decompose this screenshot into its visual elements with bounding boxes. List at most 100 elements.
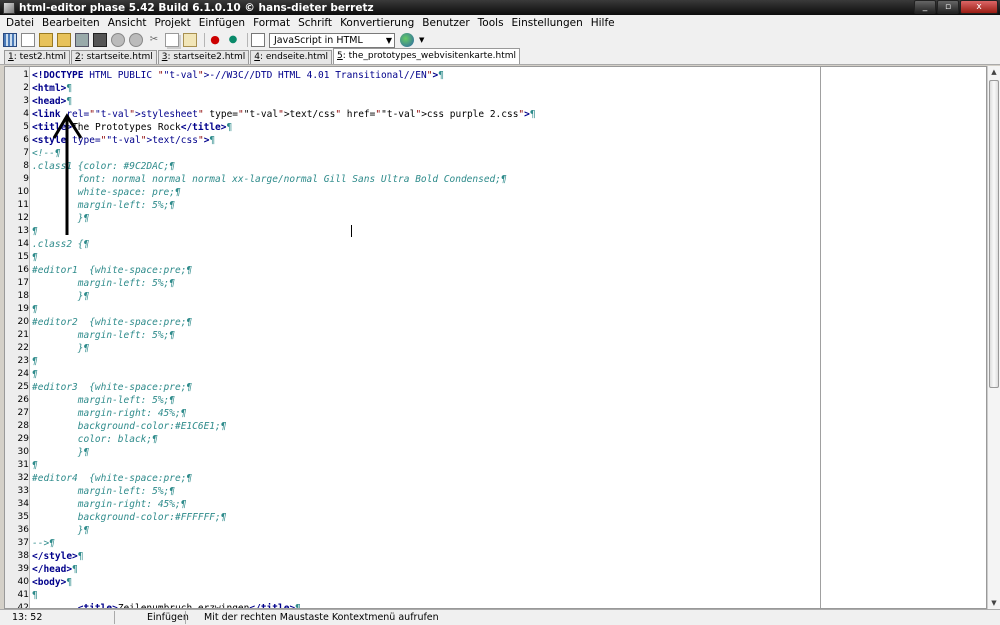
menu-einfuegen[interactable]: Einfügen — [195, 15, 249, 31]
close-button[interactable]: x — [960, 0, 998, 14]
code-line[interactable]: 31 ¶ — [18, 459, 982, 472]
code-text: }¶ — [32, 343, 90, 354]
code-line[interactable]: 7 <!--¶ — [23, 147, 982, 160]
code-line[interactable]: 36 }¶ — [18, 524, 982, 537]
text-cursor — [351, 225, 352, 237]
grid-icon[interactable] — [3, 33, 17, 47]
tab-startseite[interactable]: 2: startseite.html — [71, 50, 157, 64]
code-line[interactable]: 38 </style>¶ — [18, 550, 982, 563]
code-line[interactable]: 29 color: black;¶ — [18, 433, 982, 446]
code-line[interactable]: 37 -->¶ — [18, 537, 982, 550]
code-line[interactable]: 41 ¶ — [18, 589, 982, 602]
window-title: html-editor phase 5.42 Build 6.1.0.10 © … — [19, 1, 374, 14]
globe-dropdown[interactable]: ▼ — [400, 33, 424, 47]
code-line[interactable]: 11 margin-left: 5%;¶ — [18, 199, 982, 212]
code-line[interactable]: 32 #editor4 {white-space:pre;¶ — [18, 472, 982, 485]
code-line[interactable]: 22 }¶ — [18, 342, 982, 355]
line-number: 42 — [17, 603, 29, 609]
code-editor[interactable]: 1 <!DOCTYPE HTML PUBLIC ""t-val">-//W3C//… — [4, 66, 987, 609]
minimize-button[interactable]: _ — [914, 0, 936, 14]
open-file-icon[interactable] — [57, 33, 71, 47]
code-line[interactable]: 21 margin-left: 5%;¶ — [18, 329, 982, 342]
code-line[interactable]: 10 white-space: pre;¶ — [18, 186, 982, 199]
code-line[interactable]: 30 }¶ — [18, 446, 982, 459]
menu-projekt[interactable]: Projekt — [151, 15, 195, 31]
save-icon[interactable] — [75, 33, 89, 47]
code-line[interactable]: 39 </head>¶ — [18, 563, 982, 576]
line-number: 14 — [17, 239, 29, 249]
code-line[interactable]: 2 <html>¶ — [23, 82, 982, 95]
code-line[interactable]: 18 }¶ — [18, 290, 982, 303]
tab-startseite2[interactable]: 3: startseite2.html — [157, 50, 250, 64]
redo-icon[interactable] — [129, 33, 143, 47]
code-area[interactable]: 1 <!DOCTYPE HTML PUBLIC ""t-val">-//W3C//… — [18, 69, 982, 608]
tab-prototypes-webvisitenkarte[interactable]: 5: the_prototypes_webvisitenkarte.html — [332, 48, 521, 64]
code-line[interactable]: 5 <title>The Prototypes Rock</title>¶ — [23, 121, 982, 134]
menu-datei[interactable]: Datei — [2, 15, 38, 31]
code-line[interactable]: 14 .class2 {¶ — [18, 238, 982, 251]
line-number: 41 — [17, 590, 29, 600]
code-line[interactable]: 12 }¶ — [18, 212, 982, 225]
line-number: 17 — [17, 278, 29, 288]
code-line[interactable]: 27 margin-right: 45%;¶ — [18, 407, 982, 420]
code-line[interactable]: 35 background-color:#FFFFFF;¶ — [18, 511, 982, 524]
window-controls: _ ▫ x — [913, 0, 998, 14]
cut-icon[interactable]: ✂ — [147, 33, 161, 47]
play-macro-icon[interactable]: ● — [226, 33, 240, 47]
open-folder-icon[interactable] — [39, 33, 53, 47]
scroll-down-icon[interactable]: ▼ — [988, 597, 1000, 609]
code-line[interactable]: 16 #editor1 {white-space:pre;¶ — [18, 264, 982, 277]
code-line[interactable]: 24 ¶ — [18, 368, 982, 381]
menu-konvertierung[interactable]: Konvertierung — [336, 15, 418, 31]
code-line[interactable]: 33 margin-left: 5%;¶ — [18, 485, 982, 498]
code-line[interactable]: 8 .class1 {color: #9C2DAC;¶ — [23, 160, 982, 173]
code-line[interactable]: 42 <title>Zeilenumbruch erzwingen</title… — [18, 602, 982, 608]
code-line[interactable]: 1 <!DOCTYPE HTML PUBLIC ""t-val">-//W3C//… — [23, 69, 982, 82]
code-line[interactable]: 13 ¶ — [18, 225, 982, 238]
menu-einstellungen[interactable]: Einstellungen — [508, 15, 587, 31]
scroll-up-icon[interactable]: ▲ — [988, 66, 1000, 78]
code-line[interactable]: 4 <link rel=""t-val">stylesheet" type=""t… — [23, 108, 982, 121]
vertical-scrollbar[interactable]: ▲ ▼ — [987, 66, 1000, 609]
code-line[interactable]: 20 #editor2 {white-space:pre;¶ — [18, 316, 982, 329]
undo-icon[interactable] — [111, 33, 125, 47]
code-line[interactable]: 9 font: normal normal normal xx-large/no… — [23, 173, 982, 186]
menu-bearbeiten[interactable]: Bearbeiten — [38, 15, 104, 31]
menu-ansicht[interactable]: Ansicht — [104, 15, 151, 31]
scrollbar-thumb[interactable] — [989, 80, 999, 388]
language-select[interactable]: JavaScript in HTML ▼ — [269, 32, 395, 48]
menu-schrift[interactable]: Schrift — [294, 15, 336, 31]
line-number: 22 — [17, 343, 29, 353]
code-text: <html>¶ — [32, 83, 73, 94]
code-line[interactable]: 26 margin-left: 5%;¶ — [18, 394, 982, 407]
tab-endseite[interactable]: 4: endseite.html — [250, 50, 332, 64]
line-number: 8 — [23, 161, 29, 171]
copy-icon[interactable] — [165, 33, 179, 47]
code-line[interactable]: 15 ¶ — [18, 251, 982, 264]
menu-format[interactable]: Format — [249, 15, 294, 31]
code-line[interactable]: 17 margin-left: 5%;¶ — [18, 277, 982, 290]
status-bar: 13: 52 Einfügen Mit der rechten Maustast… — [0, 609, 1000, 625]
new-document-icon[interactable] — [21, 33, 35, 47]
menu-hilfe[interactable]: Hilfe — [587, 15, 619, 31]
paste-icon[interactable] — [183, 33, 197, 47]
code-line[interactable]: 3 <head>¶ — [23, 95, 982, 108]
code-text: <head>¶ — [32, 96, 73, 107]
code-line[interactable]: 23 ¶ — [18, 355, 982, 368]
menu-tools[interactable]: Tools — [474, 15, 508, 31]
code-line[interactable]: 25 #editor3 {white-space:pre;¶ — [18, 381, 982, 394]
line-number: 7 — [23, 148, 29, 158]
code-line[interactable]: 40 <body>¶ — [18, 576, 982, 589]
tab-test2[interactable]: 1: test2.html — [4, 50, 70, 64]
browser-preview-icon[interactable] — [251, 33, 265, 47]
menu-benutzer[interactable]: Benutzer — [418, 15, 473, 31]
code-line[interactable]: 34 margin-right: 45%;¶ — [18, 498, 982, 511]
record-macro-icon[interactable]: ● — [208, 33, 222, 47]
line-number: 28 — [17, 421, 29, 431]
code-line[interactable]: 6 <style type=""t-val">text/css">¶ — [23, 134, 982, 147]
code-line[interactable]: 19 ¶ — [18, 303, 982, 316]
maximize-button[interactable]: ▫ — [937, 0, 959, 14]
menu-bar: Datei Bearbeiten Ansicht Projekt Einfüge… — [0, 15, 1000, 31]
save-all-icon[interactable] — [93, 33, 107, 47]
code-line[interactable]: 28 background-color:#E1C6E1;¶ — [18, 420, 982, 433]
